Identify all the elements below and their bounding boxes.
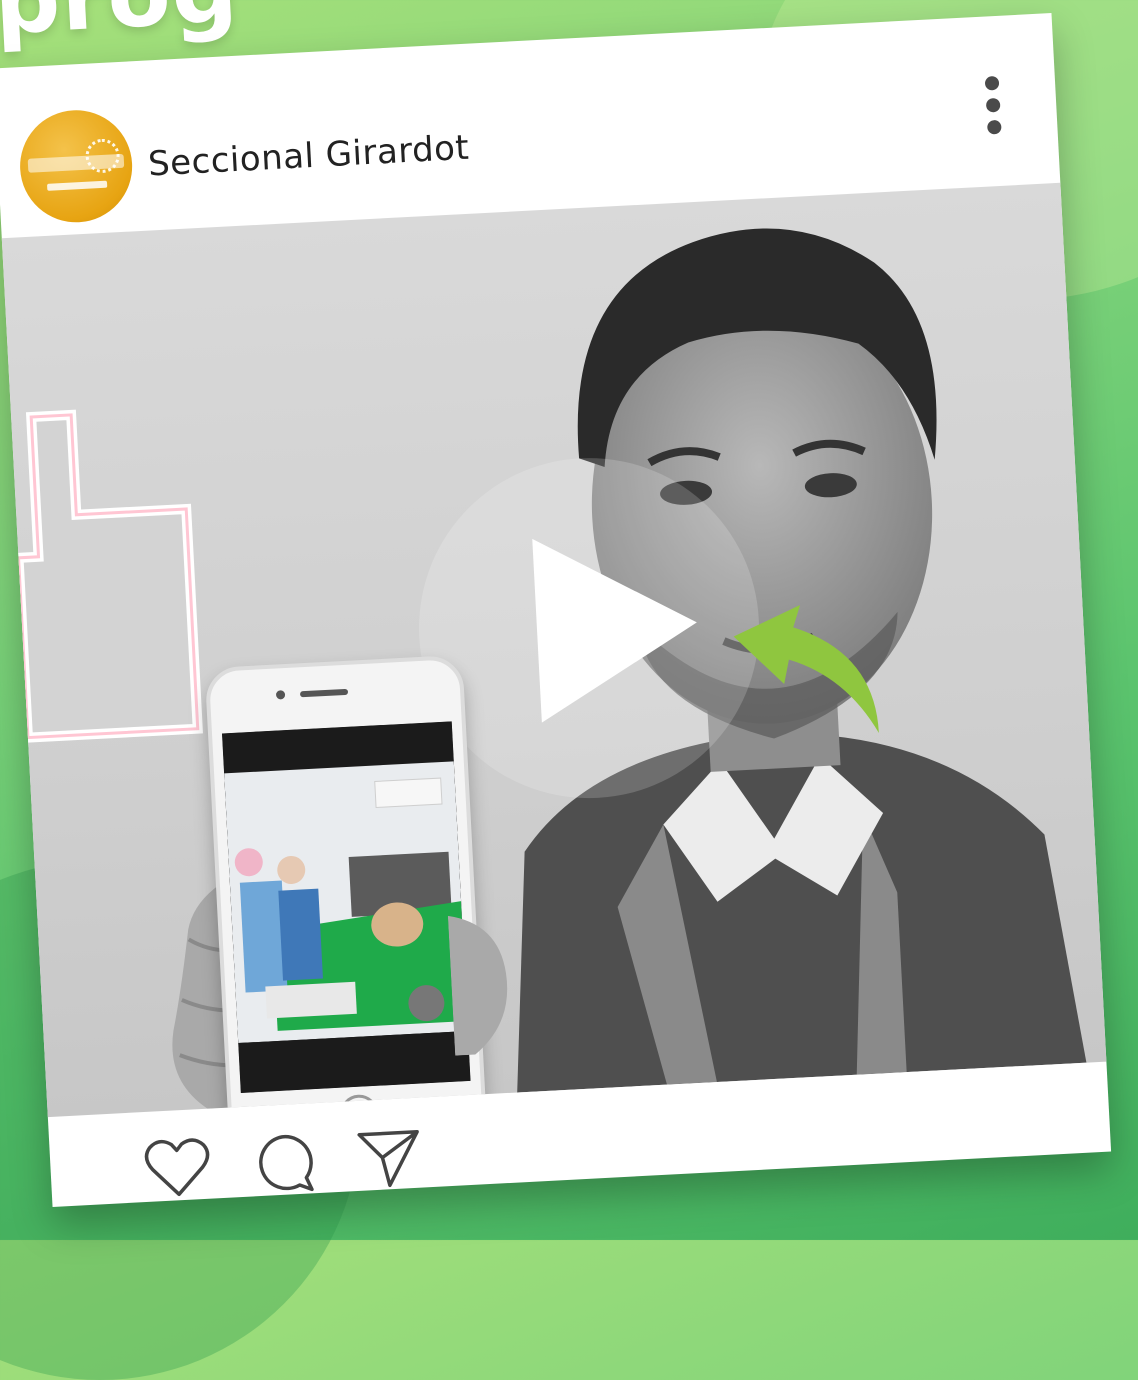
- curved-arrow-icon: [733, 605, 879, 734]
- account-name[interactable]: Seccional Girardot: [147, 128, 470, 185]
- post-media[interactable]: [1, 182, 1107, 1118]
- phone-screen-video: [222, 721, 471, 1093]
- avatar-seal-icon: [84, 138, 121, 174]
- hand-right: [447, 915, 508, 1056]
- surgery-scene-image: [222, 721, 471, 1093]
- account-avatar[interactable]: [17, 107, 135, 226]
- heart-icon[interactable]: [141, 1133, 215, 1207]
- social-post-card: Seccional Girardot: [0, 13, 1112, 1207]
- avatar-logo-strip: [47, 180, 108, 191]
- phone-speaker: [299, 688, 349, 698]
- phone-mockup: [204, 654, 488, 1118]
- send-icon[interactable]: [353, 1121, 427, 1195]
- comment-icon[interactable]: [247, 1127, 321, 1201]
- phone-camera: [275, 690, 286, 700]
- play-icon: [532, 530, 702, 723]
- more-vertical-icon[interactable]: [976, 71, 1010, 142]
- headline-text: prog: [0, 0, 241, 55]
